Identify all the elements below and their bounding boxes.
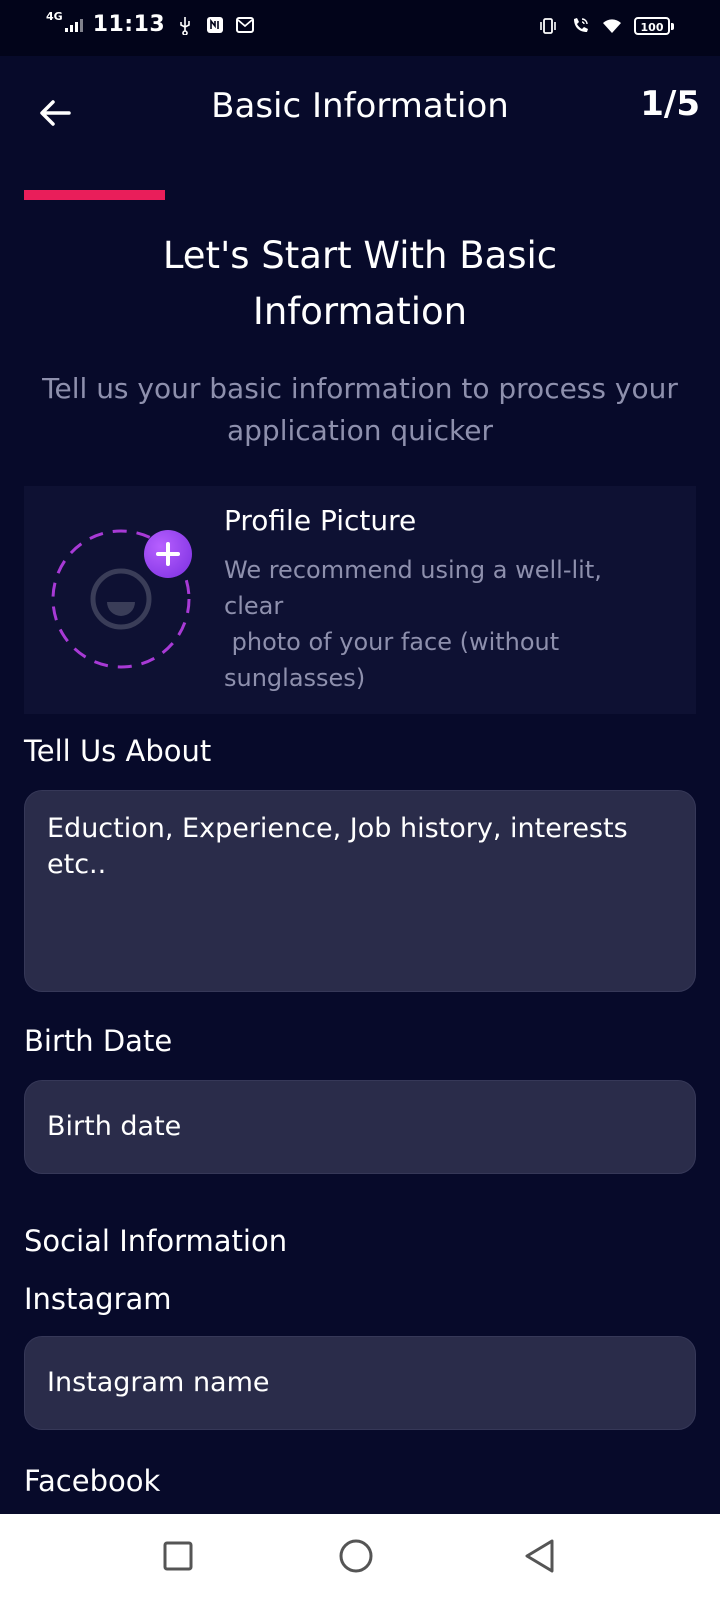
- home-button[interactable]: [334, 1534, 378, 1578]
- birth-date-input[interactable]: Birth date: [24, 1080, 696, 1174]
- about-placeholder: Eduction, Experience, Job history, inter…: [47, 813, 628, 880]
- about-label: Tell Us About: [24, 734, 212, 768]
- progress-fill: [24, 190, 166, 200]
- screen: 4G 11:13 100 Basic Information 1/5 Let's…: [0, 0, 720, 1600]
- instagram-input[interactable]: Instagram name: [24, 1336, 696, 1430]
- home-icon: [339, 1539, 373, 1573]
- app-header: Basic Information 1/5: [0, 56, 720, 166]
- facebook-label: Facebook: [24, 1464, 161, 1498]
- profile-picture-title: Profile Picture: [224, 504, 417, 537]
- birth-date-placeholder: Birth date: [47, 1111, 182, 1142]
- instagram-placeholder: Instagram name: [47, 1367, 270, 1398]
- profile-picture-description: We recommend using a well-lit, clear pho…: [224, 556, 602, 692]
- social-information-heading: Social Information: [24, 1224, 288, 1258]
- step-indicator: 1/5: [640, 84, 700, 124]
- battery-icon: 100: [634, 17, 674, 35]
- usb-icon: [180, 16, 191, 35]
- vibrate-icon: [540, 18, 556, 34]
- plus-icon: [156, 542, 180, 566]
- system-nav-bar: [0, 1514, 720, 1600]
- wifi-call-icon: [574, 18, 588, 32]
- recent-apps-icon: [163, 1541, 193, 1571]
- about-textarea[interactable]: Eduction, Experience, Job history, inter…: [24, 790, 696, 992]
- status-left: 4G 11:13: [46, 10, 255, 37]
- status-right: 100: [538, 16, 674, 36]
- headline: Let's Start With Basic Information: [162, 234, 558, 333]
- progress-bar: [24, 190, 696, 200]
- network-label: 4G: [46, 10, 63, 23]
- page-title: Basic Information: [211, 86, 509, 126]
- add-photo-button[interactable]: [144, 530, 192, 578]
- birth-date-label: Birth Date: [24, 1024, 173, 1058]
- profile-picture-card: Profile Picture We recommend using a wel…: [24, 486, 696, 714]
- clock: 11:13: [92, 12, 166, 37]
- mail-icon: [236, 16, 255, 33]
- status-bar: 4G 11:13 100: [0, 0, 720, 56]
- back-icon: [525, 1539, 554, 1573]
- recent-apps-button[interactable]: [156, 1534, 200, 1578]
- wifi-icon: [603, 19, 621, 33]
- signal-icon: [64, 18, 83, 32]
- subheadline: Tell us your basic information to proces…: [42, 372, 678, 447]
- instagram-label: Instagram: [24, 1282, 172, 1316]
- system-back-button[interactable]: [518, 1534, 562, 1578]
- nfc-icon: [207, 16, 224, 33]
